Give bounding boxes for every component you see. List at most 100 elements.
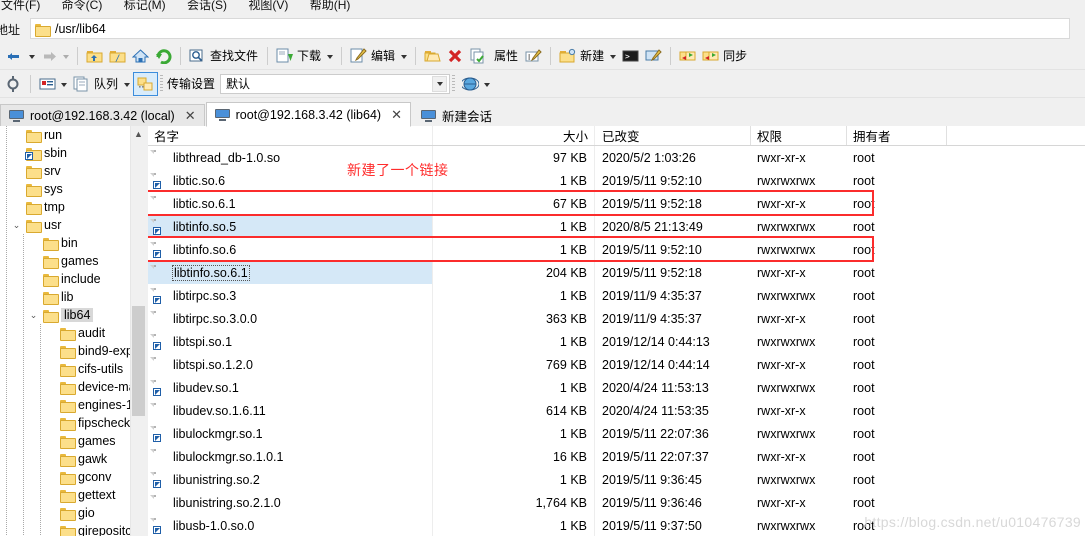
tree-item-fipscheck[interactable]: fipscheck <box>0 414 145 432</box>
column-header-owner[interactable]: 拥有者 <box>847 126 947 145</box>
tab-close-icon[interactable]: ✕ <box>185 108 196 124</box>
forward-dropdown-caret[interactable] <box>63 54 69 59</box>
file-name-cell[interactable]: libudev.so.1 <box>148 376 433 399</box>
table-row[interactable]: libtirpc.so.3 1 KB 2019/11/9 4:35:37 rwxrwx… <box>148 284 1085 307</box>
tree-item-bin[interactable]: bin <box>0 234 145 252</box>
compare-button[interactable] <box>676 44 699 68</box>
file-name-cell[interactable]: libtinfo.so.6 <box>148 238 433 261</box>
toolbar-grip[interactable] <box>160 74 164 93</box>
tree-item-device-ma[interactable]: device-ma <box>0 378 145 396</box>
edit-dropdown-caret[interactable] <box>401 54 408 59</box>
download-button[interactable]: 下载 <box>273 44 325 68</box>
file-list-pane[interactable]: 名字 ⌃ 大小 已改变 权限 拥有者 libthread_db-1.0.so 97… <box>148 126 1085 536</box>
copy-button[interactable] <box>467 44 490 68</box>
table-row[interactable]: libtinfo.so.6 1 KB 2019/5/11 9:52:10 rwxrwx… <box>148 238 1085 261</box>
root-directory-button[interactable]: / <box>106 44 129 68</box>
tree-expander-icon[interactable]: ⌄ <box>28 310 39 321</box>
tree-item-lib[interactable]: lib <box>0 288 145 306</box>
back-dropdown-caret[interactable] <box>29 54 35 59</box>
menu-item-file[interactable]: 文件(F) <box>0 0 49 15</box>
tree-item-usr[interactable]: ⌄ usr <box>0 216 145 234</box>
menu-item-view[interactable]: 视图(V) <box>239 0 297 15</box>
file-name-cell[interactable]: libtinfo.so.5 <box>148 215 433 238</box>
table-row[interactable]: libtspi.so.1 1 KB 2019/12/14 0:44:13 rwxrwx… <box>148 330 1085 353</box>
view-mode-button[interactable] <box>36 72 59 96</box>
new-dropdown-caret[interactable] <box>610 54 617 59</box>
tree-item-tmp[interactable]: tmp <box>0 198 145 216</box>
table-row[interactable]: libtic.so.6.1 67 KB 2019/5/11 9:52:18 rwxr-… <box>148 192 1085 215</box>
properties-button[interactable]: 属性 <box>490 44 522 68</box>
table-row[interactable]: libtinfo.so.5 1 KB 2020/8/5 21:13:49 rwxrwx… <box>148 215 1085 238</box>
tree-scrollbar[interactable]: ▲ <box>130 126 145 536</box>
rename-button[interactable]: I <box>522 44 545 68</box>
table-row[interactable]: libthread_db-1.0.so 97 KB 2020/5/2 1:03:26… <box>148 146 1085 169</box>
file-name-cell[interactable]: libusb-1.0.so.0 <box>148 514 433 536</box>
menu-item-session[interactable]: 会话(S) <box>178 0 236 15</box>
home-directory-button[interactable] <box>129 44 152 68</box>
directory-tree[interactable]: run sbin srv sys tmp ⌄ usr bin games include lib ⌄ l… <box>0 126 145 536</box>
column-header-name[interactable]: 名字 ⌃ <box>148 126 433 145</box>
tree-item-gettext[interactable]: gettext <box>0 486 145 504</box>
tree-item-audit[interactable]: audit <box>0 324 145 342</box>
table-row[interactable]: libudev.so.1 1 KB 2020/4/24 11:53:13 rwxrwx… <box>148 376 1085 399</box>
tab-new-session[interactable]: 新建会话 <box>411 104 501 127</box>
menu-item-mark[interactable]: 标记(M) <box>115 0 175 15</box>
file-name-cell[interactable]: libtinfo.so.6.1 <box>148 261 433 284</box>
web-browse-button[interactable] <box>459 72 482 96</box>
sync-browse-button[interactable]: 同步 <box>699 44 751 68</box>
scroll-thumb[interactable] <box>132 306 145 416</box>
tree-item-games[interactable]: games <box>0 432 145 450</box>
table-row[interactable]: libulockmgr.so.1 1 KB 2019/5/11 22:07:36 rw… <box>148 422 1085 445</box>
file-name-cell[interactable]: libulockmgr.so.1 <box>148 422 433 445</box>
tree-item-srv[interactable]: srv <box>0 162 145 180</box>
table-row[interactable]: libunistring.so.2.1.0 1,764 KB 2019/5/11 9… <box>148 491 1085 514</box>
edit-button[interactable]: 编辑 <box>347 44 399 68</box>
queue-button[interactable]: 队列 <box>70 72 122 96</box>
tab-lib64-session[interactable]: root@192.168.3.42 (lib64) ✕ <box>205 102 411 127</box>
table-row[interactable]: libtirpc.so.3.0.0 363 KB 2019/11/9 4:35:37… <box>148 307 1085 330</box>
file-name-cell[interactable]: libunistring.so.2 <box>148 468 433 491</box>
menu-item-command[interactable]: 命令(C) <box>53 0 112 15</box>
forward-button[interactable] <box>38 44 61 68</box>
toolbar-grip[interactable] <box>452 74 456 93</box>
tree-item-cifs-utils[interactable]: cifs-utils <box>0 360 145 378</box>
refresh-button[interactable] <box>152 44 175 68</box>
tree-item-girepositc[interactable]: girepositc <box>0 522 145 536</box>
terminal-edit-button[interactable] <box>642 44 665 68</box>
menu-item-help[interactable]: 帮助(H) <box>301 0 360 15</box>
tab-local-session[interactable]: root@192.168.3.42 (local) ✕ <box>0 104 205 127</box>
file-name-cell[interactable]: libtspi.so.1.2.0 <box>148 353 433 376</box>
column-header-changed[interactable]: 已改变 <box>595 126 751 145</box>
transfer-mode-button[interactable] <box>2 72 25 96</box>
queue-dropdown-caret[interactable] <box>124 82 131 87</box>
file-name-cell[interactable]: libulockmgr.so.1.0.1 <box>148 445 433 468</box>
delete-button[interactable] <box>444 44 467 68</box>
tree-item-gio[interactable]: gio <box>0 504 145 522</box>
file-name-cell[interactable]: libudev.so.1.6.11 <box>148 399 433 422</box>
tree-item-gawk[interactable]: gawk <box>0 450 145 468</box>
tree-item-run[interactable]: run <box>0 126 145 144</box>
open-button[interactable] <box>421 44 444 68</box>
file-name-cell[interactable]: libunistring.so.2.1.0 <box>148 491 433 514</box>
tree-item-lib64[interactable]: ⌄ lib64 <box>0 306 145 324</box>
chevron-down-icon[interactable] <box>432 75 448 92</box>
table-row[interactable]: libtic.so.6 1 KB 2019/5/11 9:52:10 rwxrwxrw… <box>148 169 1085 192</box>
folder-tree-toggle[interactable] <box>133 71 159 96</box>
tree-item-engines-1-[interactable]: engines-1. <box>0 396 145 414</box>
table-row[interactable]: libudev.so.1.6.11 614 KB 2020/4/24 11:53:3… <box>148 399 1085 422</box>
tree-expander-icon[interactable]: ⌄ <box>11 220 22 231</box>
tree-item-bind9-exp[interactable]: bind9-exp <box>0 342 145 360</box>
tree-item-games[interactable]: games <box>0 252 145 270</box>
column-header-permissions[interactable]: 权限 <box>751 126 847 145</box>
view-mode-caret[interactable] <box>61 82 67 87</box>
transfer-settings-select[interactable]: 默认 <box>220 73 451 94</box>
new-button[interactable]: 新建 <box>556 44 608 68</box>
tab-close-icon[interactable]: ✕ <box>391 107 402 123</box>
scroll-up-icon[interactable]: ▲ <box>131 126 145 142</box>
file-name-cell[interactable]: libtspi.so.1 <box>148 330 433 353</box>
table-row[interactable]: libunistring.so.2 1 KB 2019/5/11 9:36:45 rw… <box>148 468 1085 491</box>
file-name-cell[interactable]: libtirpc.so.3.0.0 <box>148 307 433 330</box>
back-button[interactable] <box>4 44 27 68</box>
parent-directory-button[interactable] <box>83 44 106 68</box>
table-row[interactable]: libulockmgr.so.1.0.1 16 KB 2019/5/11 22:07… <box>148 445 1085 468</box>
